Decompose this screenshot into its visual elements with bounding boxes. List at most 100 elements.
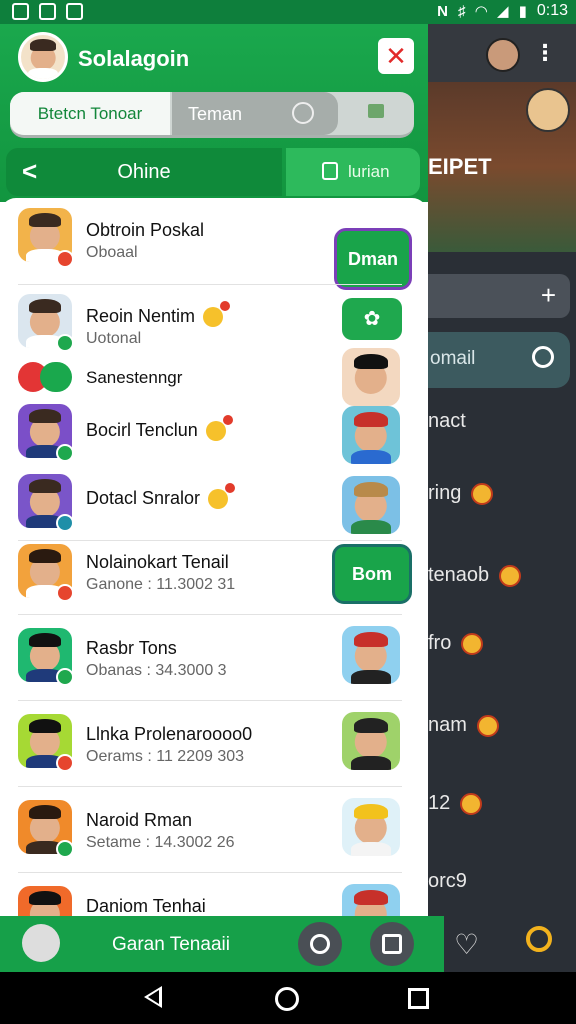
contact-name: Llnka Prolenaroooo0 xyxy=(86,724,253,744)
avatar[interactable] xyxy=(486,38,520,72)
list-item[interactable]: 12 xyxy=(428,792,483,815)
list-item[interactable]: fro xyxy=(428,632,484,655)
emoji-icon xyxy=(476,714,499,737)
contact-name: Obtroin Poskal xyxy=(86,220,205,240)
contact-subtitle: Ganone : 11.3002 31 xyxy=(86,576,236,593)
heart-icon[interactable]: ♡ xyxy=(454,928,479,961)
system-navigation xyxy=(0,972,576,1024)
emoji-icon xyxy=(461,632,484,655)
list-item[interactable]: nact xyxy=(428,410,466,433)
avatar[interactable] xyxy=(22,924,60,962)
search-icon[interactable] xyxy=(532,346,554,368)
bottom-bar: Garan Tenaaii ♡ xyxy=(0,916,576,972)
nav-main: < Ohine xyxy=(6,148,282,196)
emoji-icon xyxy=(499,564,522,587)
divider xyxy=(18,614,402,615)
contact-name: Nolainokart Tenail xyxy=(86,552,229,572)
page-title: Solalagoin xyxy=(78,46,190,71)
vibrate-icon: ♯ xyxy=(458,2,466,20)
signal-icon: ◢ xyxy=(497,3,509,20)
status-badge xyxy=(56,584,74,602)
home-icon[interactable] xyxy=(275,987,299,1011)
list-item[interactable]: nam xyxy=(428,714,499,737)
thumbnail[interactable] xyxy=(342,406,400,464)
list-item[interactable]: tenaob xyxy=(428,564,522,587)
settings-button[interactable]: ✿ xyxy=(342,298,402,340)
list-item[interactable]: orc9 xyxy=(428,870,467,893)
contact-subtitle: Oboaal xyxy=(86,244,138,261)
drawer-header: Solalagoin ✕ Btetcn Tonoar Teman < Ohine… xyxy=(0,24,428,202)
nav-secondary-button[interactable]: lurian xyxy=(286,148,420,196)
add-field[interactable]: + xyxy=(424,274,570,318)
contact-action-button[interactable]: Bom xyxy=(332,544,412,604)
status-badge xyxy=(56,840,74,858)
home-button[interactable] xyxy=(370,922,414,966)
battery-icon: ▮ xyxy=(518,3,527,20)
avatar xyxy=(18,886,72,916)
tab-second[interactable]: Teman xyxy=(172,92,338,135)
back-icon[interactable] xyxy=(144,986,162,1008)
status-badge xyxy=(56,444,74,462)
emoji-icon xyxy=(471,482,494,505)
history-button[interactable] xyxy=(298,922,342,966)
contact-name: Bocirl Tenclun xyxy=(86,415,233,442)
search-bar[interactable]: omail xyxy=(424,332,570,388)
more-icon[interactable]: ⋮ xyxy=(534,40,556,66)
nfc-icon: N xyxy=(437,2,448,20)
emoji-icon xyxy=(203,301,231,328)
close-button[interactable]: ✕ xyxy=(378,38,414,74)
app-icon xyxy=(66,3,83,20)
tab-bar: Btetcn Tonoar Teman xyxy=(10,92,414,138)
divider xyxy=(18,284,402,285)
contact-name: Sanestenngr xyxy=(86,368,183,387)
list-item[interactable]: ring xyxy=(428,482,494,505)
avatar[interactable] xyxy=(18,32,68,82)
divider xyxy=(18,540,402,541)
tab-first[interactable]: Btetcn Tonoar xyxy=(10,92,170,135)
wifi-icon: ◠ xyxy=(475,3,488,20)
plus-icon[interactable]: + xyxy=(541,280,556,311)
thumbnail[interactable] xyxy=(342,626,400,684)
home-icon xyxy=(382,934,402,954)
thumbnail[interactable] xyxy=(342,348,400,406)
thumbnail[interactable] xyxy=(342,884,400,916)
search-text: omail xyxy=(430,348,476,369)
status-badge xyxy=(56,514,74,532)
thumbnail[interactable] xyxy=(342,798,400,856)
contact-list: Obtroin Poskal Oboaal Dman Reoin Nentim … xyxy=(0,198,428,916)
bottom-bar-main: Garan Tenaaii xyxy=(0,916,444,972)
emoji-icon xyxy=(460,792,483,815)
bottom-bar-label: Garan Tenaaii xyxy=(112,934,230,955)
contact-subtitle: Setame : 14.3002 26 xyxy=(86,834,235,851)
emoji-icon xyxy=(205,415,233,442)
background-app: ⋮ EIPET + omail nact ring tenaob fro nam… xyxy=(424,24,576,916)
status-bar: N ♯ ◠ ◢ ▮ 0:13 xyxy=(0,0,576,24)
chat-icon xyxy=(292,102,314,124)
lightbulb-icon[interactable] xyxy=(526,926,552,952)
contact-name: Reoin Nentim xyxy=(86,301,231,328)
contacts-drawer: Solalagoin ✕ Btetcn Tonoar Teman < Ohine… xyxy=(0,24,428,916)
contact-action-button[interactable]: Dman xyxy=(334,228,412,290)
clock-icon xyxy=(310,934,330,954)
contact-name: Daniom Tenhai xyxy=(86,896,206,916)
status-left-icons xyxy=(12,3,83,20)
status-indicators xyxy=(18,362,72,392)
clock: 0:13 xyxy=(536,2,568,19)
contact-subtitle: Uotonal xyxy=(86,330,142,347)
avatar[interactable] xyxy=(526,88,570,132)
section-nav: < Ohine lurian xyxy=(6,148,420,196)
thumbnail[interactable] xyxy=(342,712,400,770)
status-right-icons: N ♯ ◠ ◢ ▮ 0:13 xyxy=(437,2,568,20)
lock-icon[interactable] xyxy=(368,104,384,118)
image-icon xyxy=(12,3,29,20)
divider xyxy=(18,872,402,873)
status-badge xyxy=(56,334,74,352)
thumbnail[interactable] xyxy=(342,476,400,534)
recents-icon[interactable] xyxy=(408,988,429,1009)
divider xyxy=(18,786,402,787)
nav-title: Ohine xyxy=(117,161,171,183)
status-badge xyxy=(56,754,74,772)
contact-name: Naroid Rman xyxy=(86,810,193,830)
contact-name: Rasbr Tons xyxy=(86,638,177,658)
contact-subtitle: Obanas : 34.3000 3 xyxy=(86,662,227,679)
